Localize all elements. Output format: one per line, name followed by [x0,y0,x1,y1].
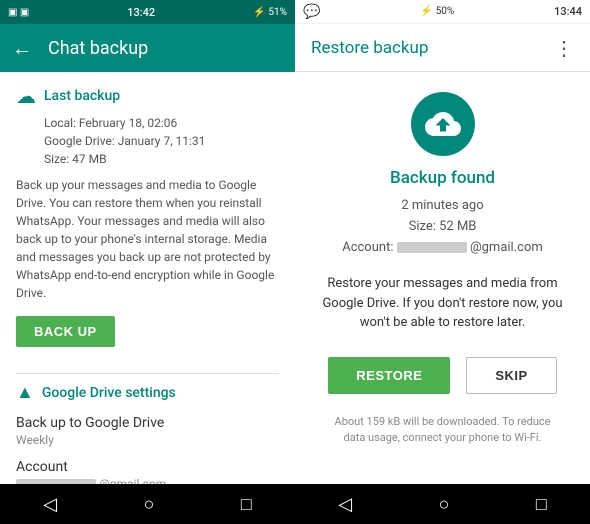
account-suffix: @gmail.com [99,477,166,484]
upload-svg [425,106,461,142]
account-label-right: Account: [342,240,393,255]
account-redacted-right [397,242,467,253]
account-suffix-right: @gmail.com [470,240,543,255]
backup-to-value: Weekly [16,433,279,447]
left-status-left-icons: ▣ ▣ [8,7,29,18]
last-backup-header: ☁ Last backup [16,84,279,108]
nav-recents-icon[interactable]: □ [241,494,252,515]
account-label: Account [16,459,279,475]
left-bluetooth-icon: ⚡ [253,7,265,18]
backup-meta: 2 minutes ago Size: 52 MB Account: @gmai… [342,196,543,258]
skip-button[interactable]: SKIP [466,357,556,394]
cloud-upload-icon [411,92,475,156]
right-nav-bar: ◁ ○ □ [295,484,590,524]
backup-found-title: Backup found [390,168,495,188]
right-nav-back-icon[interactable]: ◁ [338,494,352,515]
backup-button[interactable]: BACK UP [16,316,115,347]
back-icon[interactable]: ← [12,36,32,61]
backup-size: Size: 47 MB [44,150,279,168]
drive-icon: ▲ [16,382,34,403]
backup-size-right: Size: 52 MB [342,217,543,238]
left-panel: ▣ ▣ 13:42 ⚡ 51% ← Chat backup ☁ Last bac… [0,0,295,524]
chat-bubble-icon: 💬 [303,4,320,20]
left-status-right-icons: ⚡ 51% [253,7,287,18]
nav-back-icon[interactable]: ◁ [43,494,57,515]
right-battery: 50% [436,6,455,17]
divider [16,373,279,374]
drive-title: Google Drive settings [42,385,176,401]
right-time: 13:44 [554,5,582,18]
left-toolbar: ← Chat backup [0,24,295,72]
backup-to-label: Back up to Google Drive [16,415,279,431]
right-toolbar: Restore backup ⋮ [295,24,590,72]
cloud-icon: ☁ [16,84,36,108]
backup-gdrive: Google Drive: January 7, 11:31 [44,132,279,150]
status-bar-right: 💬 ⚡ 50% 13:44 [295,0,590,24]
drive-header: ▲ Google Drive settings [16,382,279,403]
right-panel: 💬 ⚡ 50% 13:44 Restore backup ⋮ Backup fo… [295,0,590,524]
gdrive-section: ▲ Google Drive settings Back up to Googl… [16,382,279,484]
left-toolbar-title: Chat backup [48,38,148,59]
app-icons: ▣ ▣ [8,7,29,18]
right-content: Backup found 2 minutes ago Size: 52 MB A… [295,72,590,484]
backup-time-ago: 2 minutes ago [342,196,543,217]
right-bluetooth-icon: ⚡ [420,6,432,17]
footer-note: About 159 kB will be downloaded. To redu… [311,414,574,447]
right-nav-recents-icon[interactable]: □ [536,494,547,515]
backup-description: Back up your messages and media to Googl… [16,176,279,302]
nav-home-icon[interactable]: ○ [144,494,155,515]
action-buttons: RESTORE SKIP [328,357,556,394]
backup-account: Account: @gmail.com [342,238,543,259]
backup-local: Local: February 18, 02:06 [44,114,279,132]
account-row: Account @gmail.com [16,459,279,484]
left-time: 13:42 [127,6,155,19]
right-nav-home-icon[interactable]: ○ [439,494,450,515]
backup-info: Local: February 18, 02:06 Google Drive: … [16,114,279,168]
account-value: @gmail.com [16,477,279,484]
right-status-icons: ⚡ 50% [420,6,454,17]
status-bar-left: ▣ ▣ 13:42 ⚡ 51% [0,0,295,24]
left-content: ☁ Last backup Local: February 18, 02:06 … [0,72,295,484]
restore-button[interactable]: RESTORE [328,357,450,394]
left-nav-bar: ◁ ○ □ [0,484,295,524]
more-options-icon[interactable]: ⋮ [554,36,574,60]
left-battery: 51% [268,7,287,18]
backup-to-row: Back up to Google Drive Weekly [16,415,279,447]
last-backup-title: Last backup [44,88,120,104]
restore-description: Restore your messages and media from Goo… [311,274,574,333]
right-toolbar-title: Restore backup [311,38,428,58]
